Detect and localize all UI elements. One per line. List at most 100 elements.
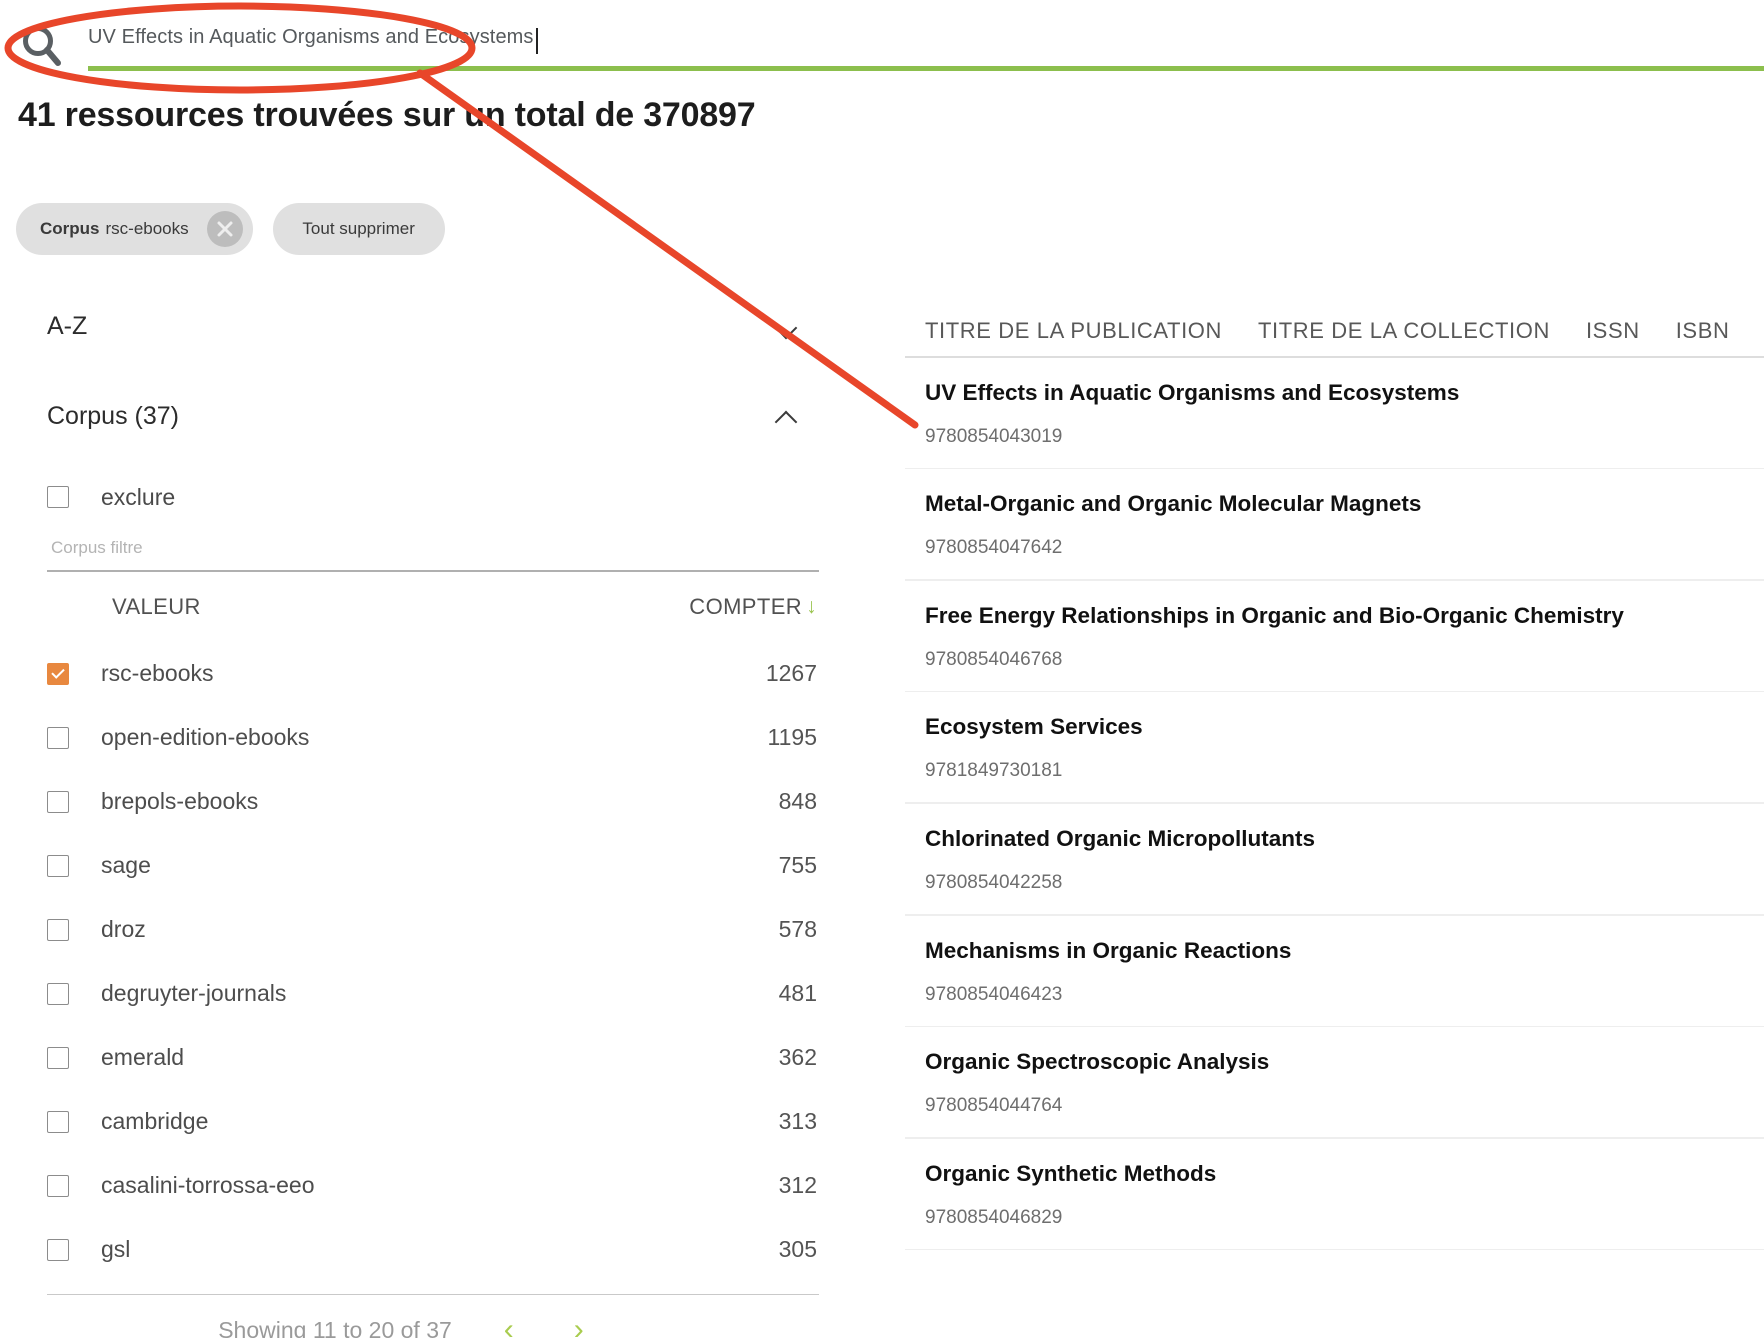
result-item[interactable]: UV Effects in Aquatic Organisms and Ecos… bbox=[905, 358, 1764, 468]
corpus-filter-input[interactable] bbox=[47, 534, 819, 570]
facet-row-count: 755 bbox=[778, 852, 817, 879]
result-title[interactable]: Organic Synthetic Methods bbox=[925, 1161, 1744, 1187]
facet-checkbox[interactable] bbox=[47, 726, 69, 749]
facet-row-label: casalini-torrossa-eeo bbox=[101, 1172, 315, 1199]
facet-sort-header[interactable]: A-Z bbox=[0, 290, 830, 362]
exclude-row[interactable]: exclure bbox=[47, 466, 830, 528]
facet-checkbox[interactable] bbox=[47, 662, 69, 685]
column-header-count[interactable]: COMPTER ↓ bbox=[689, 594, 817, 620]
facet-row-label: gsl bbox=[101, 1236, 131, 1263]
search-icon[interactable] bbox=[16, 20, 68, 72]
facet-panel: A-Z Corpus (37) exclure VALEUR COMPTER bbox=[0, 290, 830, 1338]
facet-corpus-title: Corpus (37) bbox=[47, 401, 179, 430]
result-title[interactable]: Metal-Organic and Organic Molecular Magn… bbox=[925, 491, 1744, 517]
tab-1[interactable]: TITRE DE LA PUBLICATION bbox=[925, 318, 1222, 356]
facet-checkbox[interactable] bbox=[47, 1238, 69, 1261]
facet-row-list: rsc-ebooks 1267 open-edition-ebooks 1195 bre… bbox=[47, 642, 819, 1282]
exclude-label: exclure bbox=[101, 483, 176, 510]
result-item[interactable]: Mechanisms in Organic Reactions 978085404… bbox=[905, 916, 1764, 1026]
facet-row-left: casalini-torrossa-eeo bbox=[47, 1172, 314, 1199]
facet-row-count: 1195 bbox=[767, 724, 817, 751]
facet-row[interactable]: sage 755 bbox=[47, 834, 819, 898]
facet-checkbox[interactable] bbox=[47, 1110, 69, 1133]
facet-row-left: droz bbox=[47, 916, 146, 943]
result-title[interactable]: Chlorinated Organic Micropollutants bbox=[925, 826, 1744, 852]
facet-row[interactable]: degruyter-journals 481 bbox=[47, 962, 819, 1026]
facet-row[interactable]: gsl 305 bbox=[47, 1218, 819, 1282]
facet-row[interactable]: cambridge 313 bbox=[47, 1090, 819, 1154]
search-underline bbox=[88, 66, 1764, 71]
page-title: 41 ressources trouvées sur un total de 3… bbox=[18, 96, 756, 134]
facet-row-left: gsl bbox=[47, 1236, 130, 1263]
column-header-value[interactable]: VALEUR bbox=[112, 594, 201, 620]
facet-row-left: rsc-ebooks bbox=[47, 660, 213, 687]
sort-descending-icon[interactable]: ↓ bbox=[806, 596, 817, 617]
result-divider bbox=[905, 1248, 1764, 1251]
facet-checkbox[interactable] bbox=[47, 790, 69, 813]
search-field-wrapper bbox=[78, 18, 1764, 74]
facet-row-count: 305 bbox=[778, 1236, 817, 1263]
facet-row[interactable]: open-edition-ebooks 1195 bbox=[47, 706, 819, 770]
result-isbn: 9780854046829 bbox=[925, 1206, 1063, 1228]
pagination-next-button[interactable]: › bbox=[566, 1315, 592, 1338]
chevron-up-icon[interactable] bbox=[774, 408, 800, 424]
first-result-title[interactable]: UV Effects in Aquatic Organisms and Ecos… bbox=[925, 380, 1744, 406]
result-item[interactable]: Organic Synthetic Methods 9780854046829 bbox=[905, 1139, 1764, 1249]
result-isbn: 9781849730181 bbox=[925, 760, 1063, 782]
result-isbn: 9780854047642 bbox=[925, 537, 1063, 559]
search-input[interactable] bbox=[78, 18, 1764, 59]
result-item[interactable]: Ecosystem Services 9781849730181 bbox=[905, 692, 1764, 802]
facet-row-count: 313 bbox=[778, 1108, 817, 1135]
facet-table-header: VALEUR COMPTER ↓ bbox=[47, 572, 819, 642]
facet-row-left: cambridge bbox=[47, 1108, 208, 1135]
result-isbn: 9780854044764 bbox=[925, 1095, 1063, 1117]
text-caret bbox=[536, 28, 538, 54]
facet-value-table: VALEUR COMPTER ↓ rsc-ebooks 1267 open-edit… bbox=[47, 572, 819, 1296]
facet-row[interactable]: rsc-ebooks 1267 bbox=[47, 642, 819, 706]
search-results-page: 41 ressources trouvées sur un total de 3… bbox=[0, 0, 1764, 1338]
tab-2[interactable]: TITRE DE LA COLLECTION bbox=[1258, 318, 1550, 356]
facet-row-count: 578 bbox=[778, 916, 817, 943]
facet-row-label: droz bbox=[101, 916, 146, 943]
result-title[interactable]: Organic Spectroscopic Analysis bbox=[925, 1049, 1744, 1075]
result-isbn: 9780854046423 bbox=[925, 983, 1063, 1005]
facet-row[interactable]: brepols-ebooks 848 bbox=[47, 770, 819, 834]
clear-all-filters-button[interactable]: Tout supprimer bbox=[272, 203, 445, 255]
result-item[interactable]: Chlorinated Organic Micropollutants 97808… bbox=[905, 804, 1764, 914]
filter-chip-corpus[interactable]: Corpus rsc-ebooks bbox=[16, 203, 253, 255]
exclude-checkbox[interactable] bbox=[47, 486, 69, 508]
result-item[interactable]: Free Energy Relationships in Organic and… bbox=[905, 581, 1764, 691]
facet-row-left: open-edition-ebooks bbox=[47, 724, 309, 751]
tab-3[interactable]: ISSN bbox=[1586, 318, 1640, 356]
facet-checkbox[interactable] bbox=[47, 982, 69, 1005]
close-icon[interactable] bbox=[206, 211, 243, 247]
facet-row-label: brepols-ebooks bbox=[101, 788, 259, 815]
pagination-status: Showing 11 to 20 of 37 bbox=[218, 1316, 452, 1338]
result-title[interactable]: Ecosystem Services bbox=[925, 714, 1744, 740]
facet-row[interactable]: casalini-torrossa-eeo 312 bbox=[47, 1154, 819, 1218]
result-title[interactable]: Mechanisms in Organic Reactions bbox=[925, 938, 1744, 964]
facet-checkbox[interactable] bbox=[47, 1046, 69, 1069]
facet-checkbox[interactable] bbox=[47, 918, 69, 941]
facet-row-label: rsc-ebooks bbox=[101, 660, 214, 687]
facet-row-left: sage bbox=[47, 852, 151, 879]
results-tab-bar: TITRE DE LA PUBLICATION TITRE DE LA COLLE… bbox=[905, 290, 1764, 356]
facet-checkbox[interactable] bbox=[47, 854, 69, 877]
pagination-prev-button[interactable]: ‹ bbox=[496, 1315, 522, 1338]
facet-row[interactable]: droz 578 bbox=[47, 898, 819, 962]
chevron-down-icon[interactable] bbox=[774, 318, 800, 334]
facet-sort-title: A-Z bbox=[47, 311, 88, 340]
result-isbn: 9780854046768 bbox=[925, 648, 1063, 670]
facet-row[interactable]: emerald 362 bbox=[47, 1026, 819, 1090]
facet-pagination: Showing 11 to 20 of 37 ‹ › bbox=[0, 1295, 830, 1338]
result-item[interactable]: Metal-Organic and Organic Molecular Magn… bbox=[905, 469, 1764, 579]
facet-corpus-header[interactable]: Corpus (37) bbox=[0, 380, 830, 452]
facet-row-count: 362 bbox=[778, 1044, 817, 1071]
result-item[interactable]: Organic Spectroscopic Analysis 9780854044… bbox=[905, 1027, 1764, 1137]
facet-row-label: emerald bbox=[101, 1044, 185, 1071]
tab-4[interactable]: ISBN bbox=[1676, 318, 1730, 356]
filter-chip-value: rsc-ebooks bbox=[105, 219, 189, 238]
facet-row-count: 312 bbox=[778, 1172, 817, 1199]
facet-checkbox[interactable] bbox=[47, 1174, 69, 1197]
result-title[interactable]: Free Energy Relationships in Organic and… bbox=[925, 603, 1744, 629]
